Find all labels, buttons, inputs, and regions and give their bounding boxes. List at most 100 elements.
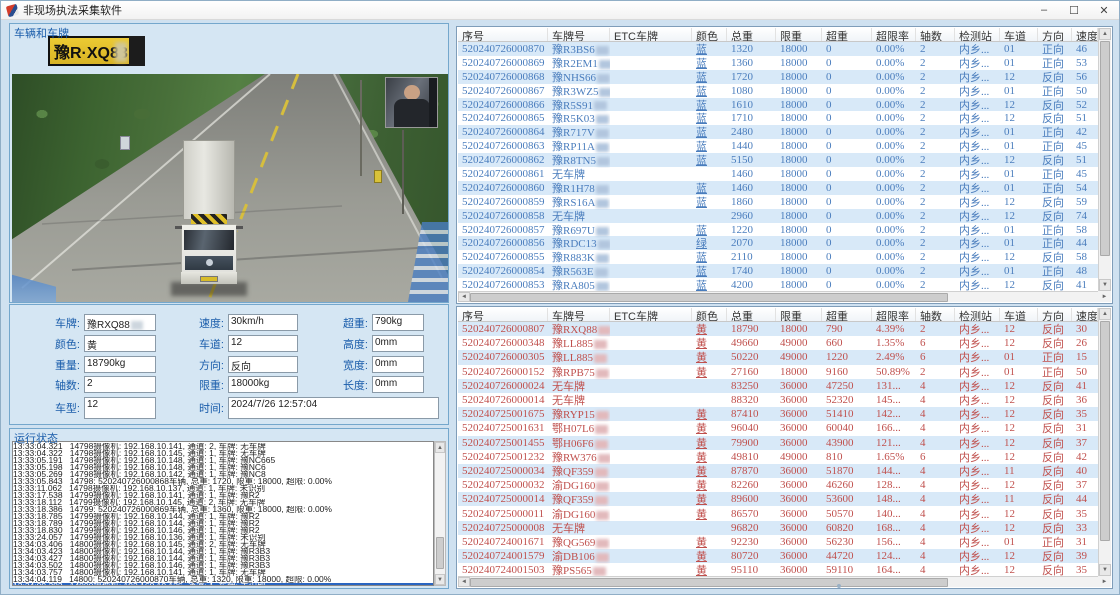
minimize-button[interactable]: – — [1029, 1, 1059, 19]
log-list[interactable]: 13:33:04.321 14798摄像机: 192.168.10.141, 通… — [12, 441, 434, 586]
log-line[interactable]: 13:33:24.057 14799摄像机: 192.168.10.136, 通… — [13, 534, 433, 541]
table-row[interactable]: 520240726000858无车牌29601800000.00%2内乡...1… — [458, 209, 1098, 223]
table-row[interactable]: 520240726000348豫LL885黄49660490006601.35%… — [458, 336, 1098, 350]
length-field[interactable]: 0mm — [372, 376, 424, 393]
column-header[interactable]: 序号 — [458, 28, 548, 41]
column-header[interactable]: 限重 — [776, 28, 822, 41]
column-header[interactable]: 轴数 — [916, 308, 955, 321]
table-row[interactable]: 520240726000859豫RS16A蓝18601800000.00%2内乡… — [458, 195, 1098, 209]
table-row[interactable]: 520240724001579渝DB106黄807203600044720124… — [458, 549, 1098, 563]
table-row[interactable]: 520240726000305豫LL885黄502204900012202.49… — [458, 350, 1098, 364]
table-row[interactable]: 520240726000866豫R5S91蓝16101800000.00%2内乡… — [458, 98, 1098, 112]
scroll-right-icon[interactable]: ► — [1098, 576, 1111, 587]
column-header[interactable]: 总重 — [727, 308, 776, 321]
column-header[interactable]: 车道 — [1000, 28, 1038, 41]
column-header[interactable]: 序号 — [458, 308, 548, 321]
table-row[interactable]: 520240725000014豫QF359黄896003600053600148… — [458, 492, 1098, 506]
width-field[interactable]: 0mm — [372, 356, 424, 373]
scroll-right-icon[interactable]: ► — [1098, 291, 1111, 302]
table-row[interactable]: 520240725001675豫RYP15黄874103600051410142… — [458, 407, 1098, 421]
table-row[interactable]: 520240726000865豫R5K03蓝17101800000.00%2内乡… — [458, 111, 1098, 125]
table-row[interactable]: 520240724001671豫QG569黄922303600056230156… — [458, 535, 1098, 549]
table-row[interactable]: 520240726000862豫R8TN5蓝51501800000.00%2内乡… — [458, 153, 1098, 167]
column-header[interactable]: 检测站 — [955, 28, 1000, 41]
log-line[interactable]: 13:33:18.789 14799摄像机: 192.168.10.144, 通… — [13, 520, 433, 527]
scroll-up-icon[interactable]: ▲ — [1099, 308, 1111, 320]
table-row[interactable]: 520240726000854豫R563E蓝17401800000.00%2内乡… — [458, 264, 1098, 278]
log-line[interactable]: 13:34:03.757 14800摄像机: 192.168.10.141, 通… — [13, 569, 433, 576]
log-line[interactable]: 13:33:04.322 14798摄像机: 192.168.10.145, 通… — [13, 450, 433, 457]
log-line[interactable]: 13:34:09.383 14800摄像机: 192.168.10.136, 通… — [13, 583, 433, 586]
log-vertical-scrollbar[interactable]: ▲ ▼ — [434, 441, 446, 586]
table-row[interactable]: 520240726000867豫R3WZ5蓝10801800000.00%2内乡… — [458, 84, 1098, 98]
log-line[interactable]: 13:34:03.406 14800摄像机: 192.168.10.145, 通… — [13, 541, 433, 548]
table-row[interactable]: 520240726000152豫RPB75黄2716018000916050.8… — [458, 365, 1098, 379]
table-row[interactable]: 520240725000034豫QF359黄878703600051870144… — [458, 464, 1098, 478]
table-row[interactable]: 520240725001631鄂H07L6黄960403600060040166… — [458, 421, 1098, 435]
scroll-up-icon[interactable]: ▲ — [1099, 28, 1111, 40]
horizontal-scrollbar[interactable]: ◄ — [458, 576, 1098, 587]
column-header[interactable]: 限重 — [776, 308, 822, 321]
column-header[interactable]: 颜色 — [692, 28, 727, 41]
plate-field[interactable]: 豫RXQ88 — [84, 314, 156, 331]
table-row[interactable]: 520240725000011渝DG160黄865703600050570140… — [458, 506, 1098, 520]
table-row[interactable]: 520240726000856豫RDC13绿20701800000.00%2内乡… — [458, 236, 1098, 250]
color-field[interactable]: 黄 — [84, 335, 156, 352]
lane-field[interactable]: 12 — [228, 335, 298, 352]
log-line[interactable]: 13:33:05.198 14798摄像机: 192.168.10.148, 通… — [13, 464, 433, 471]
table-row[interactable]: 520240725000032渝DG160黄822603600046260128… — [458, 478, 1098, 492]
maximize-button[interactable]: ☐ — [1059, 1, 1089, 19]
table-row[interactable]: 520240725001232豫RW376黄49810490008101.65%… — [458, 450, 1098, 464]
height-field[interactable]: 0mm — [372, 335, 424, 352]
column-header[interactable]: ETC车牌 — [610, 28, 692, 41]
log-line[interactable]: 13:33:04.321 14798摄像机: 192.168.10.141, 通… — [13, 443, 433, 450]
table-row[interactable]: 520240726000861无车牌14601800000.00%2内乡...0… — [458, 167, 1098, 181]
log-line[interactable]: 13:34:03.502 14800摄像机: 192.168.10.146, 通… — [13, 562, 433, 569]
close-button[interactable]: ✕ — [1089, 1, 1119, 19]
splitter-handle[interactable] — [837, 584, 841, 588]
column-header[interactable]: 车牌号 — [548, 308, 610, 321]
log-line[interactable]: 13:33:18.112 14799摄像机: 192.168.10.145, 通… — [13, 499, 433, 506]
title-bar[interactable]: 非现场执法采集软件 – ☐ ✕ — [1, 1, 1119, 20]
log-line[interactable]: 13:33:18.830 14799摄像机: 192.168.10.146, 通… — [13, 527, 433, 534]
horizontal-scrollbar[interactable]: ◄ — [458, 291, 1098, 302]
column-header[interactable]: 超重 — [822, 308, 872, 321]
table-row[interactable]: 520240726000868豫NHS66蓝17201800000.00%2内乡… — [458, 70, 1098, 84]
table-row[interactable]: 520240725000008无车牌968203600060820168...4… — [458, 521, 1098, 535]
scrollbar-thumb[interactable] — [1100, 41, 1110, 256]
table-row[interactable]: 520240726000857豫R697U蓝12201800000.00%2内乡… — [458, 223, 1098, 237]
weight-field[interactable]: 18790kg — [84, 356, 156, 373]
log-line[interactable]: 13:34:03.423 14800摄像机: 192.168.10.144, 通… — [13, 548, 433, 555]
axles-field[interactable]: 2 — [84, 376, 156, 393]
table-row[interactable]: 520240726000864豫R717V蓝24801800000.00%2内乡… — [458, 125, 1098, 139]
column-header[interactable]: 方向 — [1038, 308, 1072, 321]
table-row[interactable]: 520240726000807豫RXQ88黄18790180007904.39%… — [458, 322, 1098, 336]
vertical-scrollbar[interactable]: ▲ ▼ — [1098, 308, 1111, 576]
column-header[interactable]: 检测站 — [955, 308, 1000, 321]
column-header[interactable]: 超限率 — [872, 308, 916, 321]
table-row[interactable]: 520240724001503豫PS565黄951103600059110164… — [458, 563, 1098, 576]
scroll-down-icon[interactable]: ▼ — [1099, 564, 1111, 576]
table-row[interactable]: 520240726000853豫RA805蓝42001800000.00%2内乡… — [458, 278, 1098, 291]
log-line[interactable]: 13:33:05.191 14798摄像机: 192.168.10.148, 通… — [13, 457, 433, 464]
log-line[interactable]: 13:33:05.843 14798: 520240726000868车辆, 总… — [13, 478, 433, 485]
table-row[interactable]: 520240726000024无车牌832503600047250131...4… — [458, 379, 1098, 393]
table-row[interactable]: 520240726000863豫RP11A蓝14401800000.00%2内乡… — [458, 139, 1098, 153]
column-header[interactable]: 方向 — [1038, 28, 1072, 41]
scrollbar-thumb[interactable] — [436, 537, 444, 569]
column-header[interactable]: 超限率 — [872, 28, 916, 41]
column-header[interactable]: 超重 — [822, 28, 872, 41]
table-row[interactable]: 520240726000869豫R2EM1蓝13601800000.00%2内乡… — [458, 56, 1098, 70]
scroll-down-icon[interactable]: ▼ — [435, 574, 445, 585]
log-line[interactable]: 13:33:18.785 14799摄像机: 192.168.10.144, 通… — [13, 513, 433, 520]
log-line[interactable]: 13:34:03.427 14800摄像机: 192.168.10.144, 通… — [13, 555, 433, 562]
table-row[interactable]: 520240726000855豫R883K蓝21101800000.00%2内乡… — [458, 250, 1098, 264]
table-row[interactable]: 520240726000014无车牌883203600052320145...4… — [458, 393, 1098, 407]
column-header[interactable]: ETC车牌 — [610, 308, 692, 321]
log-line[interactable]: 13:33:05.269 14798摄像机: 192.168.10.142, 通… — [13, 471, 433, 478]
column-header[interactable]: 速度 — [1072, 28, 1098, 41]
column-header[interactable]: 车道 — [1000, 308, 1038, 321]
table-row[interactable]: 520240726000860豫R1H78蓝14601800000.00%2内乡… — [458, 181, 1098, 195]
column-header[interactable]: 轴数 — [916, 28, 955, 41]
log-line[interactable]: 13:33:17.538 14799摄像机: 192.168.10.141, 通… — [13, 492, 433, 499]
